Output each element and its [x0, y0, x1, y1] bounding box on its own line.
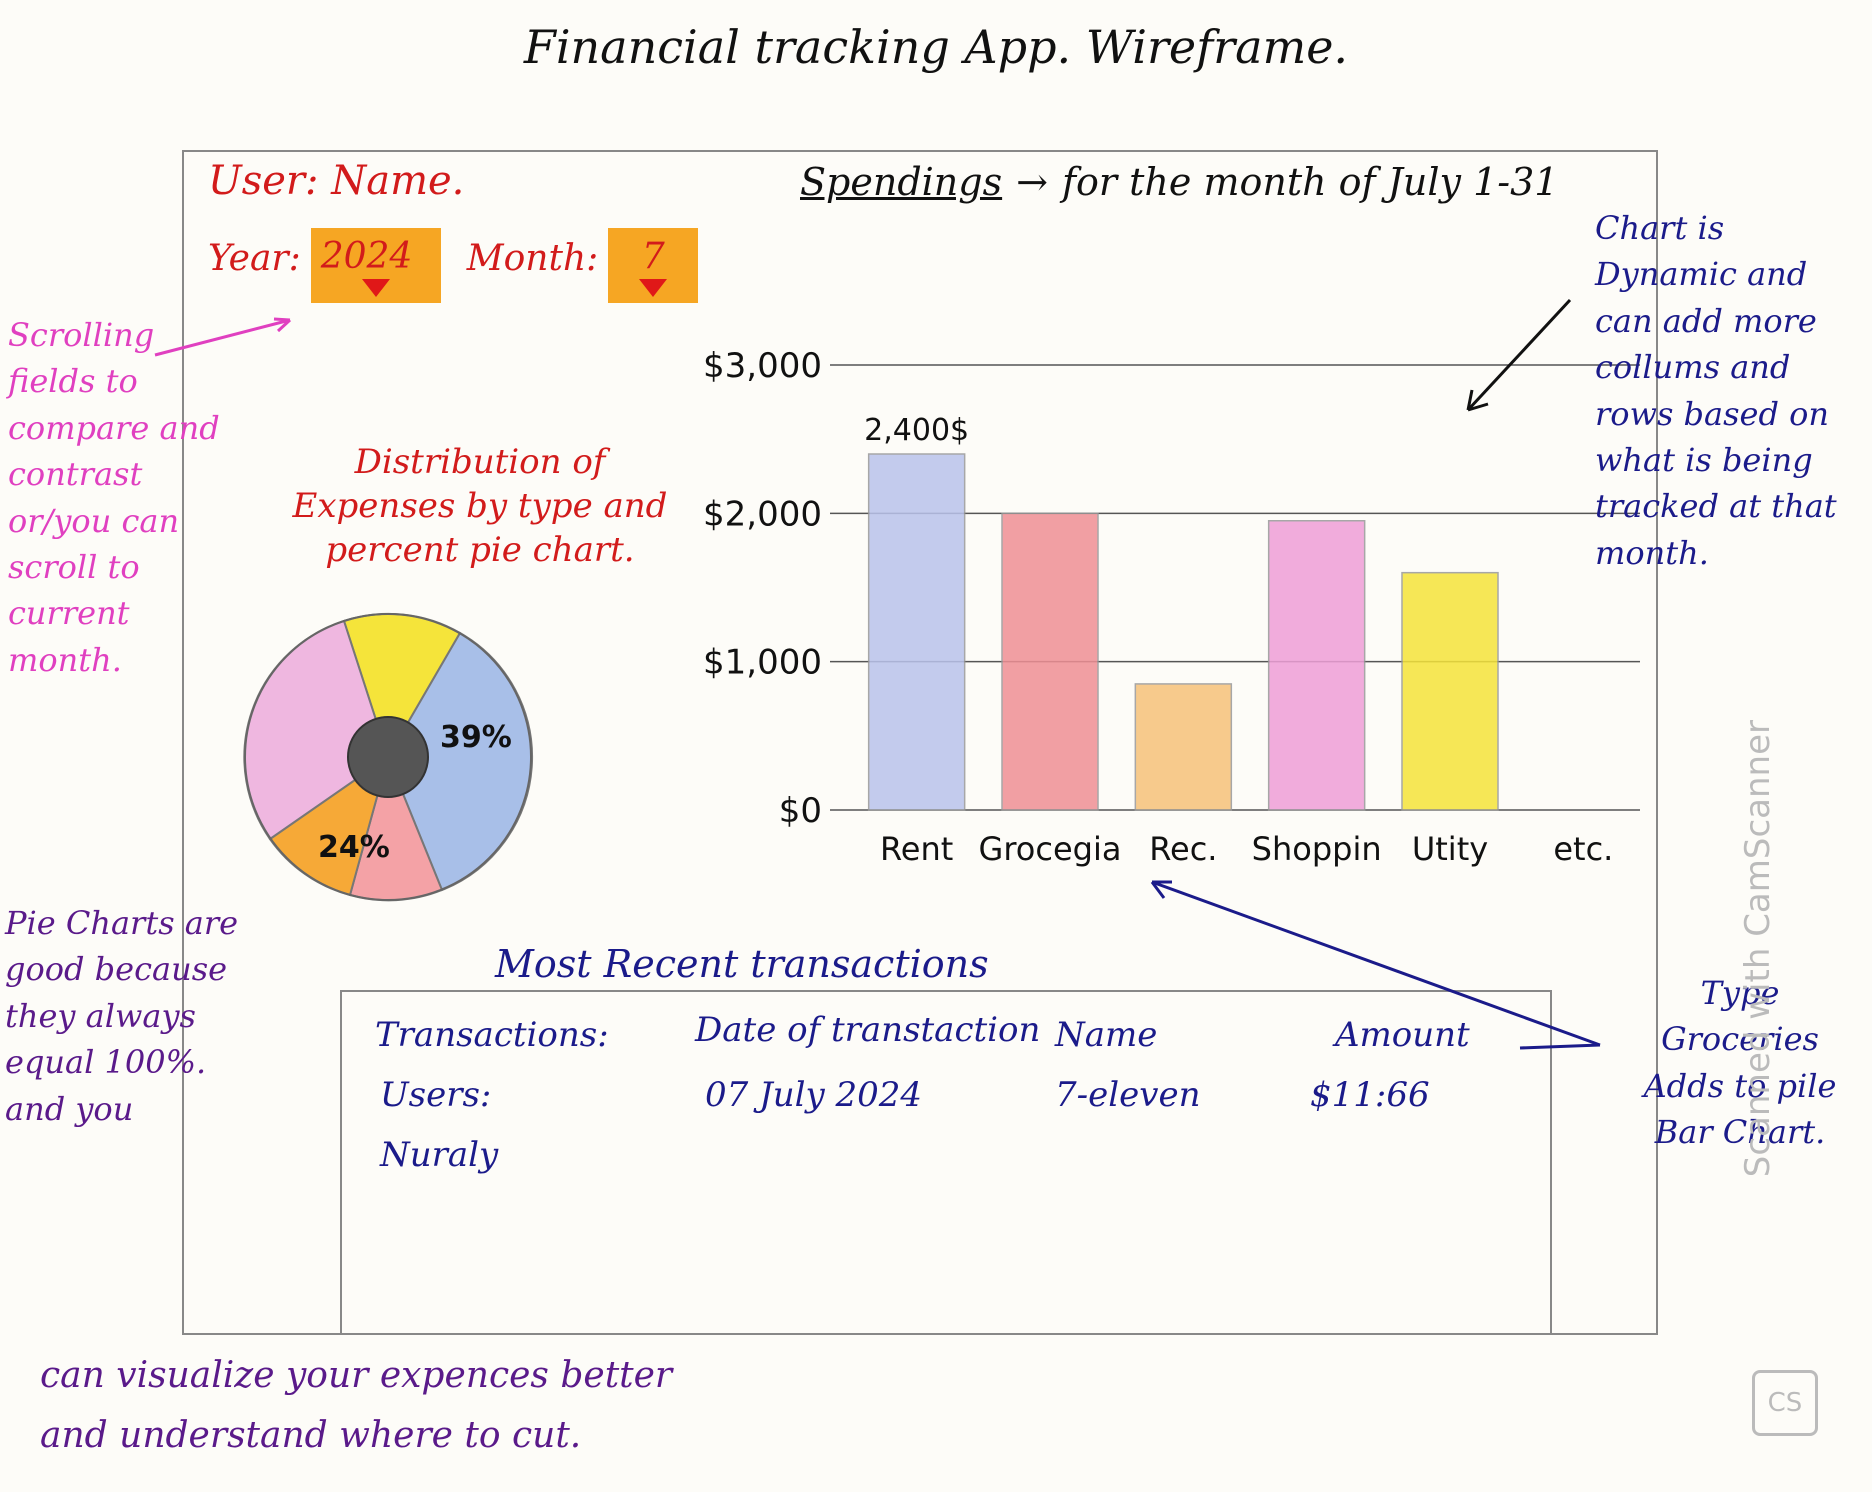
row-amount: $11:66	[1310, 1075, 1430, 1115]
bar-utity	[1401, 571, 1499, 811]
note-chart-dynamic: Chart is Dynamic and can add more collum…	[1595, 209, 1837, 572]
year-value: 2024	[320, 236, 413, 277]
dropdown-triangle-icon	[639, 279, 668, 297]
col-header-date: Date of transtaction	[695, 1010, 1041, 1050]
spendings-title: Spendings	[800, 160, 1003, 204]
note-arrow	[1466, 298, 1572, 412]
x-tick-label: Shoppin	[1252, 830, 1382, 868]
note-pie-good: Pie Charts are good because they always …	[5, 904, 239, 1128]
x-tick-label: Rec.	[1149, 830, 1217, 868]
row-users-label: Users:	[380, 1075, 492, 1115]
spendings-subtitle: for the month of July 1-31	[1061, 160, 1559, 204]
bar-rent	[867, 453, 966, 811]
arrow-icon: →	[1016, 160, 1048, 204]
pie-center	[347, 716, 429, 798]
bar-rec	[1134, 683, 1233, 811]
x-tick-label: Rent	[880, 830, 953, 868]
note-scrolling: Scrolling fields to compare and contrast…	[8, 316, 220, 679]
note-bottom-line2: and understand where to cut.	[40, 1415, 582, 1456]
y-tick-label: $1,000	[703, 643, 822, 683]
row-date: 07 July 2024	[705, 1075, 923, 1115]
year-label: Year:	[208, 238, 301, 279]
expense-pie-chart: 39% 24%	[243, 612, 533, 902]
note-bottom-line1: can visualize your expences better	[40, 1355, 673, 1396]
bar-grocegia	[1001, 512, 1099, 811]
month-label: Month:	[466, 238, 599, 279]
year-select[interactable]: 2024	[310, 228, 441, 303]
row-name: 7-eleven	[1055, 1075, 1201, 1115]
page-title: Financial tracking App. Wireframe.	[523, 20, 1349, 74]
y-tick-label: $0	[779, 791, 822, 831]
y-tick-label: $2,000	[703, 494, 822, 534]
watermark-text: Scanned with CamScanner	[1738, 720, 1778, 1178]
row-user-name: Nuraly	[380, 1135, 499, 1175]
watermark-badge: CS	[1752, 1370, 1818, 1436]
note-arrow	[1150, 880, 1601, 1050]
month-value: 7	[641, 236, 665, 277]
note-arrow	[154, 317, 292, 357]
x-tick-label: etc.	[1553, 830, 1613, 868]
x-tick-label: Grocegia	[979, 830, 1122, 868]
col-header-transactions: Transactions:	[375, 1015, 609, 1055]
transactions-heading: Most Recent transactions	[495, 942, 989, 986]
pie-label-24: 24%	[318, 830, 390, 865]
pie-caption: Distribution of Expenses by type and per…	[292, 442, 668, 571]
month-select[interactable]: 7	[608, 228, 699, 303]
filter-bar: Year: 2024 Month: 7	[208, 228, 699, 303]
data-label: 2,400$	[864, 413, 969, 448]
bar-shoppin	[1267, 520, 1366, 811]
spendings-header: Spendings → for the month of July 1-31	[800, 160, 1558, 204]
pie-label-39: 39%	[440, 720, 512, 755]
dropdown-triangle-icon	[361, 279, 390, 297]
y-tick-label: $3,000	[703, 346, 822, 386]
user-name-label: User: Name.	[208, 158, 465, 204]
x-tick-label: Utity	[1412, 830, 1488, 868]
